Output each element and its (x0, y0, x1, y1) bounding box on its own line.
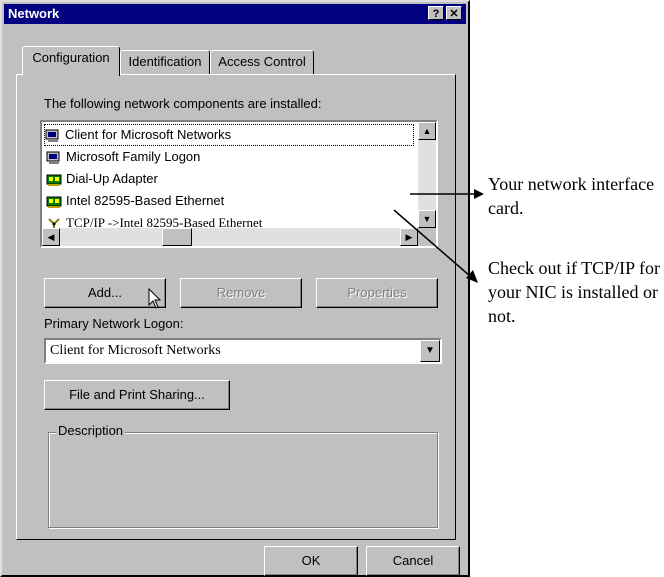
tcpip-arrow (393, 209, 471, 277)
tcpip-annotation: Check out if TCP/IP for your NIC is inst… (488, 258, 660, 326)
tab-configuration[interactable]: Configuration (22, 46, 120, 76)
nic-annotation: Your network interface card. (488, 174, 655, 218)
nic-arrowhead (474, 189, 484, 199)
tcpip-arrowhead (466, 270, 478, 283)
